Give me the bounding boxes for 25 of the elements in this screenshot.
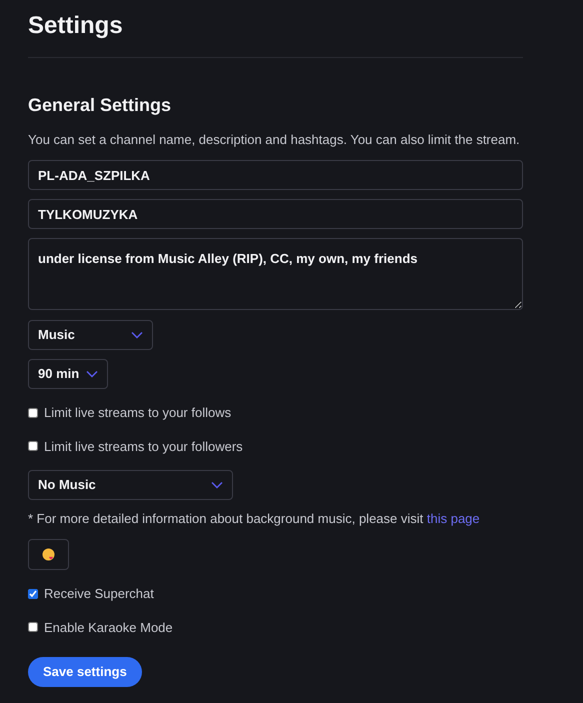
chevron-down-icon <box>86 370 98 378</box>
info-note: * For more detailed information about background music, please visit this page <box>28 510 481 528</box>
save-button[interactable]: Save settings <box>28 657 142 687</box>
checkbox-label[interactable]: Receive Superchat <box>44 584 154 604</box>
section-title: General Settings <box>28 94 172 117</box>
emoji-button[interactable] <box>28 539 69 570</box>
checkbox-label[interactable]: Limit live streams to your followers <box>44 436 243 456</box>
emoji-icon <box>42 548 55 561</box>
checkbox-label[interactable]: Limit live streams to your follows <box>44 403 232 422</box>
chevron-down-icon <box>131 331 143 339</box>
page-link[interactable]: this page <box>426 511 480 526</box>
description-text: You can set a channel name, description and hashtags. You can also limit the stream. <box>28 131 521 149</box>
chevron-down-icon <box>211 481 223 489</box>
dropdown[interactable]: 90 min <box>28 359 108 389</box>
text-area[interactable]: under license from Music Alley (RIP), CC, my own, my friends <box>28 238 523 310</box>
dropdown[interactable]: No Music <box>28 470 233 500</box>
dropdown[interactable]: Music <box>28 320 153 350</box>
page-title: Settings <box>28 11 124 41</box>
checkbox[interactable] <box>28 622 38 632</box>
text-field[interactable]: TYLKOMUZYKA <box>28 199 523 229</box>
checkbox-label[interactable]: Enable Karaoke Mode <box>44 618 173 637</box>
checkbox[interactable] <box>28 441 38 452</box>
checkbox[interactable] <box>28 408 38 418</box>
text-field[interactable]: PL-ADA_SZPILKA <box>28 160 523 190</box>
checkbox[interactable] <box>28 588 38 599</box>
